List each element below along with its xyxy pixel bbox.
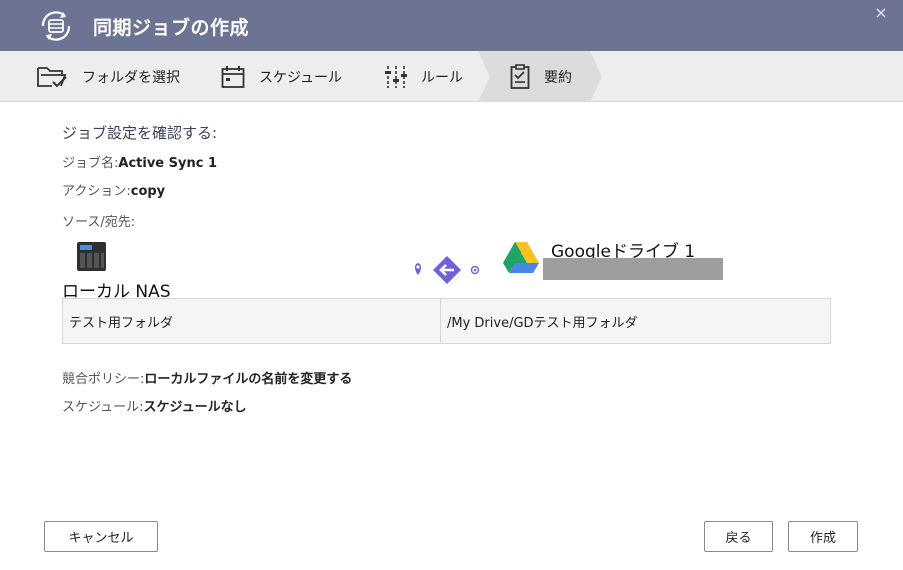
redacted-account [543,258,723,280]
title-bar: 同期ジョブの作成 × [0,0,903,51]
summary-heading: ジョブ設定を確認する: [62,124,218,142]
sliders-icon [385,65,407,88]
step-schedule: スケジュール [221,51,342,102]
nas-device-icon [77,242,106,271]
close-button[interactable]: × [873,5,889,21]
cancel-button[interactable]: キャンセル [44,521,158,552]
job-name-value: Active Sync 1 [118,156,218,171]
source-dest-key: ソース/宛先: [62,215,136,230]
calendar-icon [221,65,245,88]
step-label: スケジュール [259,69,343,86]
google-drive-icon [503,242,539,273]
job-name-key: ジョブ名: [62,156,119,171]
back-button[interactable]: 戻る [704,521,773,552]
step-select-folder: フォルダを選択 [36,51,180,102]
wizard-steps: フォルダを選択 スケジュール ルール 要約 [0,51,903,102]
create-button[interactable]: 作成 [788,521,858,552]
step-label: 要約 [544,69,572,86]
conflict-policy-value: ローカルファイルの名前を変更する [144,372,353,387]
source-path: テスト用フォルダ [63,299,441,343]
step-summary: 要約 [510,51,572,102]
window-title: 同期ジョブの作成 [93,17,250,39]
sync-job-icon [41,11,71,41]
action-row: アクション:copy [62,180,165,199]
schedule-row: スケジュール:スケジュールなし [62,396,247,415]
path-table: テスト用フォルダ /My Drive/GDテスト用フォルダ [62,298,831,344]
summary-panel: ジョブ設定を確認する: ジョブ名:Active Sync 1 アクション:cop… [0,102,903,570]
destination-path: /My Drive/GDテスト用フォルダ [447,315,638,331]
clipboard-icon [510,63,530,89]
step-label: フォルダを選択 [82,69,180,86]
conflict-policy-row: 競合ポリシー:ローカルファイルの名前を変更する [62,368,352,387]
step-label: ルール [421,69,463,86]
schedule-key: スケジュール: [62,400,144,415]
schedule-value: スケジュールなし [143,400,247,415]
conflict-policy-key: 競合ポリシー: [62,372,145,387]
sync-direction-icon [415,256,480,284]
folder-check-icon [37,66,67,87]
job-name-row: ジョブ名:Active Sync 1 [62,152,217,171]
action-value: copy [130,184,166,199]
source-dest-row: ソース/宛先: [62,211,135,230]
action-key: アクション: [62,184,131,199]
step-rules: ルール [385,51,463,102]
